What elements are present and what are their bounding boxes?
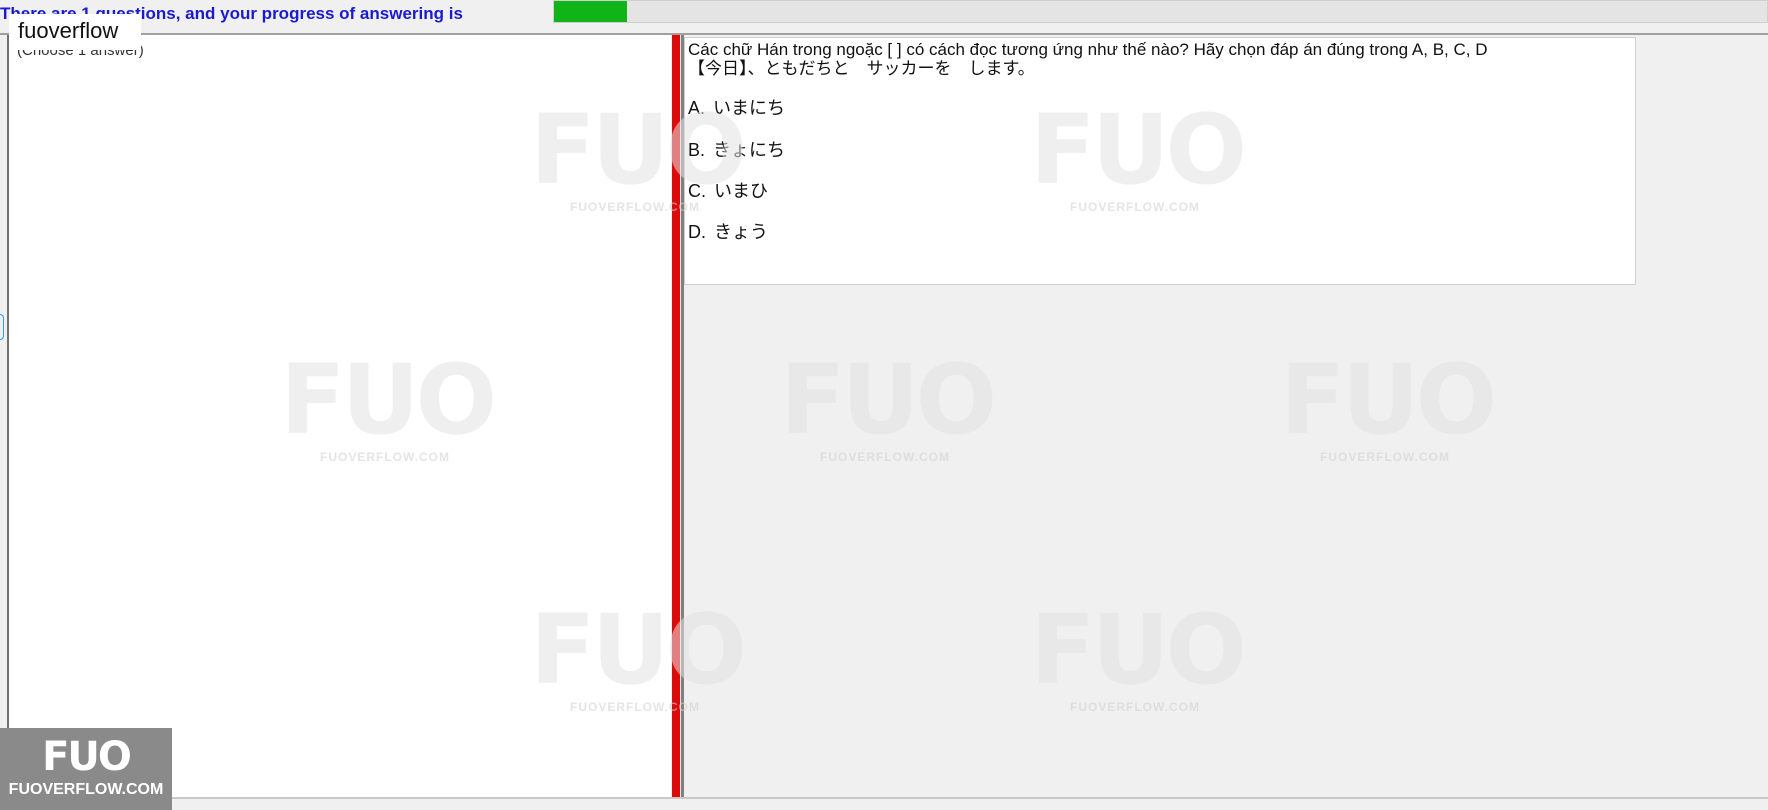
watermark: FUO FUOVERFLOW.COM: [1280, 344, 1497, 464]
panel-splitter[interactable]: [672, 35, 680, 797]
answer-panel[interactable]: (Choose 1 answer): [7, 35, 671, 797]
watermark-site: FUOVERFLOW.COM: [1320, 450, 1450, 464]
option-a: A. いまにち: [688, 94, 785, 120]
progress-strip: There are 1 questions, and your progress…: [0, 0, 1768, 26]
option-d: D. きょう: [688, 218, 768, 244]
watermark-logo: FUO: [1280, 344, 1497, 456]
progress-bar-fill: [554, 1, 627, 22]
watermark-logo: FUO: [1030, 594, 1247, 706]
option-letter: B.: [688, 140, 706, 160]
question-panel: Các chữ Hán trong ngoặc [ ] có cách đọc …: [684, 37, 1636, 285]
option-text: いまにち: [713, 98, 786, 118]
option-text: いまひ: [714, 181, 768, 201]
brand-badge-logo: FUO: [42, 734, 132, 780]
progress-bar: [553, 0, 1768, 23]
option-text: きょう: [714, 222, 768, 242]
option-letter: D.: [688, 222, 706, 242]
question-sentence: 【今日】、ともだちと サッカーを します。: [688, 59, 1035, 78]
quiz-window: There are 1 questions, and your progress…: [0, 0, 1768, 810]
watermark-site: FUOVERFLOW.COM: [1070, 700, 1200, 714]
brand-badge: FUO FUOVERFLOW.COM: [0, 728, 172, 810]
brand-badge-site: FUOVERFLOW.COM: [8, 781, 164, 798]
option-text: きょにち: [713, 140, 786, 160]
watermark: FUO FUOVERFLOW.COM: [1030, 594, 1247, 714]
option-letter: A.: [688, 98, 706, 118]
option-letter: C.: [688, 181, 706, 201]
side-collapse-handle[interactable]: [0, 314, 4, 340]
watermark-site: FUOVERFLOW.COM: [820, 450, 950, 464]
question-prompt: Các chữ Hán trong ngoặc [ ] có cách đọc …: [688, 40, 1488, 59]
option-b: B. きょにち: [688, 136, 785, 162]
watermark-logo: FUO: [780, 344, 997, 456]
option-c: C. いまひ: [688, 177, 768, 203]
brand-label: fuoverflow: [9, 14, 141, 50]
footer-divider: [0, 797, 1768, 799]
watermark: FUO FUOVERFLOW.COM: [780, 344, 997, 464]
